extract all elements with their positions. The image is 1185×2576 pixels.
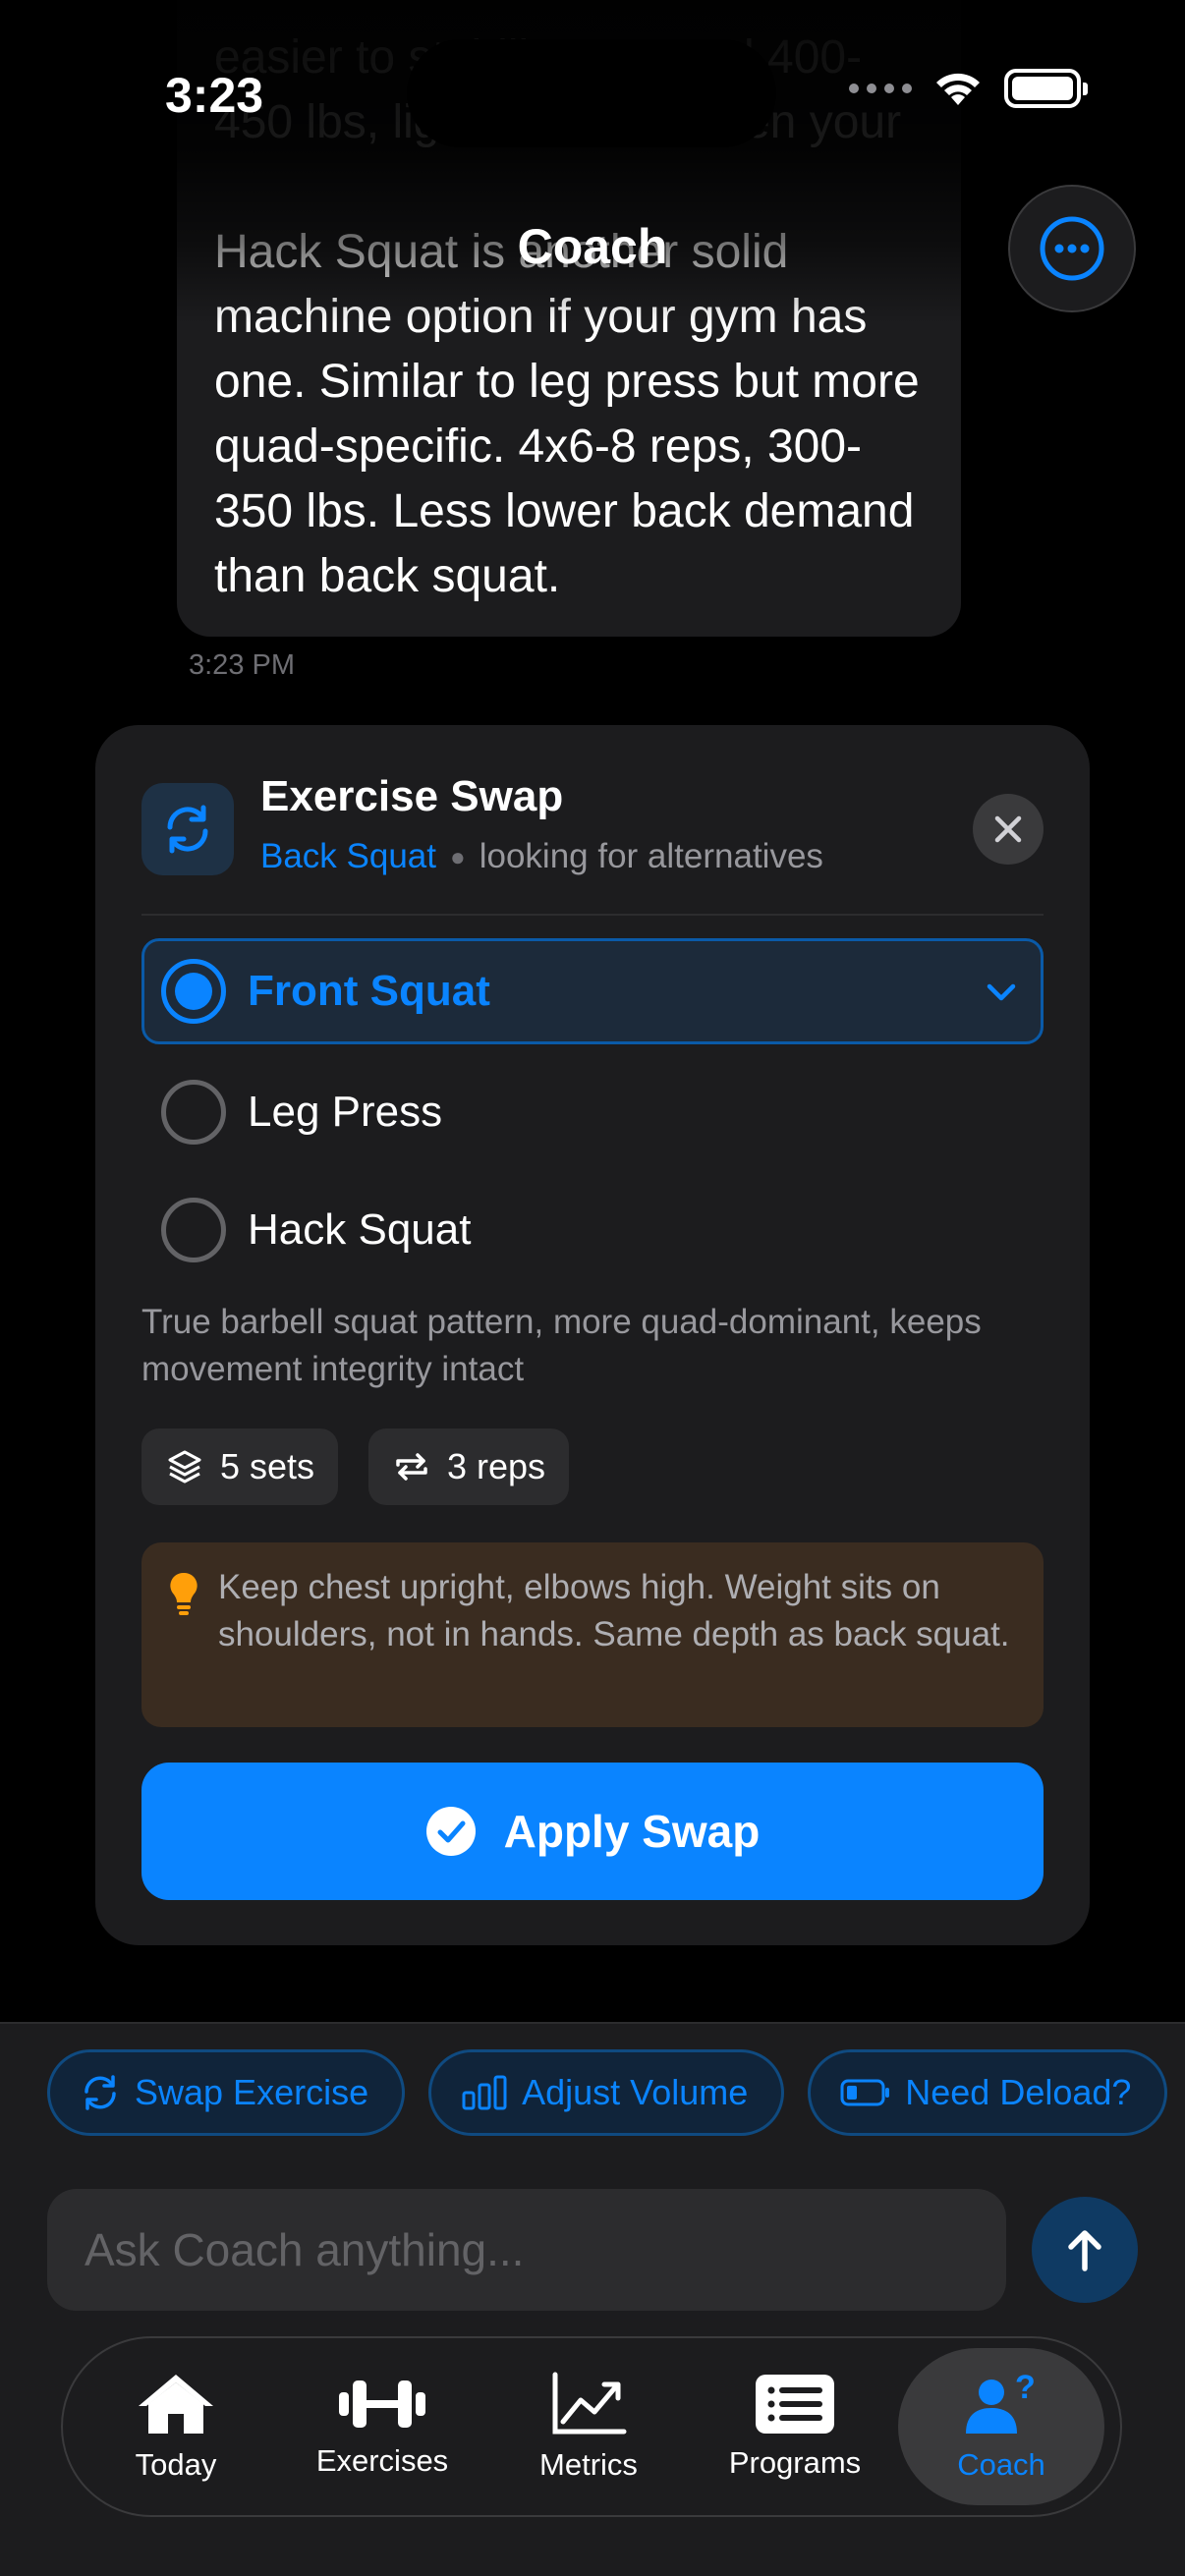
tab-bar: Today Exercises Metrics Programs ? Coach (61, 2336, 1122, 2517)
message-input[interactable]: Ask Coach anything... (47, 2189, 1006, 2311)
sets-badge: 5 sets (141, 1428, 339, 1505)
sets-value: 5 sets (220, 1446, 315, 1486)
bottom-panel: Swap Exercise Adjust Volume Need Deload? (0, 2022, 1185, 2576)
lightbulb-icon (170, 1572, 198, 1615)
tab-label: Programs (728, 2445, 862, 2480)
current-exercise-link[interactable]: Back Squat (260, 837, 436, 876)
tab-programs[interactable]: Programs (692, 2348, 898, 2505)
swap-icon (141, 783, 234, 875)
message-paragraph: Hack Squat is another solid machine opti… (214, 226, 920, 602)
option-label: Leg Press (248, 1088, 443, 1136)
adjust-volume-chip[interactable]: Adjust Volume (428, 2049, 785, 2136)
tab-coach[interactable]: ? Coach (898, 2348, 1104, 2505)
repeat-icon (396, 1453, 427, 1481)
cellular-signal-icon (849, 84, 912, 93)
svg-text:?: ? (1015, 2371, 1036, 2406)
option-label: Front Squat (248, 967, 490, 1015)
chip-label: Need Deload? (905, 2072, 1132, 2112)
house-icon (139, 2375, 213, 2434)
chip-label: Swap Exercise (135, 2072, 369, 2112)
input-placeholder: Ask Coach anything... (85, 2224, 525, 2275)
radio-selected-icon (161, 959, 226, 1024)
option-hack-squat[interactable]: Hack Squat (141, 1177, 1044, 1283)
chevron-down-icon (987, 983, 1016, 1001)
tab-label: Metrics (539, 2447, 638, 2482)
send-button[interactable] (1032, 2197, 1138, 2303)
option-leg-press[interactable]: Leg Press (141, 1059, 1044, 1165)
exercise-description: True barbell squat pattern, more quad-do… (141, 1303, 982, 1388)
divider (141, 914, 1044, 916)
coach-icon: ? (966, 2371, 1036, 2434)
swap-exercise-chip[interactable]: Swap Exercise (47, 2049, 406, 2136)
dynamic-island (407, 39, 776, 147)
radio-unselected-icon (161, 1198, 226, 1262)
chart-icon (552, 2372, 627, 2435)
coaching-tip: Keep chest upright, elbows high. Weight … (141, 1542, 1044, 1727)
need-deload-chip[interactable]: Need Deload? (808, 2049, 1168, 2136)
reps-badge: 3 reps (368, 1428, 570, 1505)
close-button[interactable] (973, 794, 1044, 865)
tab-label: Coach (957, 2447, 1045, 2482)
ellipsis-circle-icon (1040, 216, 1104, 281)
status-icons (849, 69, 1088, 108)
exercise-swap-card: Exercise Swap Back Squat ● looking for a… (95, 725, 1090, 1945)
apply-swap-label: Apply Swap (503, 1806, 761, 1857)
swap-status: looking for alternatives (479, 837, 823, 875)
quick-actions: Swap Exercise Adjust Volume Need Deload? (47, 2049, 1168, 2136)
card-subtitle: Back Squat ● looking for alternatives (260, 837, 823, 876)
wifi-icon (936, 73, 980, 105)
card-title: Exercise Swap (260, 772, 564, 820)
tab-today[interactable]: Today (73, 2348, 279, 2505)
option-label: Hack Squat (248, 1205, 472, 1254)
battery-low-icon (840, 2079, 890, 2106)
tab-metrics[interactable]: Metrics (485, 2348, 692, 2505)
dumbbell-icon (339, 2380, 425, 2428)
option-front-squat[interactable]: Front Squat (141, 938, 1044, 1044)
bar-chart-icon (462, 2075, 507, 2110)
layers-icon (168, 1450, 201, 1484)
chip-label: Adjust Volume (522, 2072, 749, 2112)
refresh-icon (85, 2075, 116, 2110)
reps-value: 3 reps (447, 1446, 546, 1486)
more-options-button[interactable] (1008, 185, 1136, 312)
list-icon (756, 2375, 834, 2434)
screen: easier to stabilize. Around 400-450 lbs,… (0, 0, 1185, 2576)
close-icon (994, 815, 1022, 843)
apply-swap-button[interactable]: Apply Swap (141, 1763, 1044, 1900)
checkmark-circle-icon (425, 1807, 476, 1856)
message-timestamp: 3:23 PM (189, 649, 295, 681)
status-time: 3:23 (165, 68, 264, 123)
arrow-up-icon (1068, 2230, 1101, 2271)
battery-icon (1004, 69, 1088, 108)
radio-unselected-icon (161, 1080, 226, 1145)
separator-dot: ● (450, 841, 466, 871)
tip-text: Keep chest upright, elbows high. Weight … (218, 1568, 1010, 1653)
tab-label: Exercises (315, 2443, 449, 2478)
tab-exercises[interactable]: Exercises (279, 2348, 485, 2505)
tab-label: Today (135, 2447, 217, 2482)
